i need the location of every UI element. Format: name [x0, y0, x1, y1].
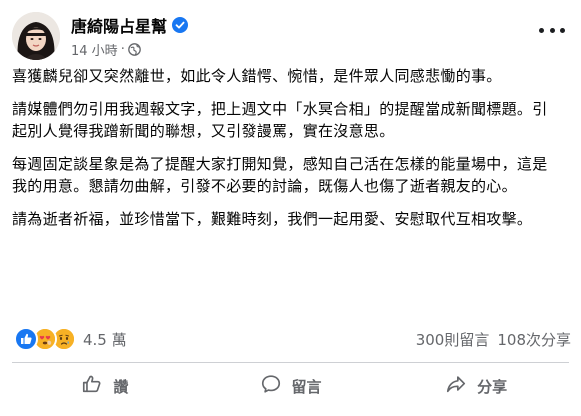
share-arrow-icon [445, 373, 467, 399]
reaction-count: 4.5 萬 [83, 330, 127, 349]
dot [560, 27, 565, 33]
like-reaction-icon [14, 327, 38, 351]
post-body: 喜獲麟兒卻又突然離世，如此令人錯愕、惋惜，是件眾人同感悲慟的事。 請媒體們勿引用… [12, 65, 562, 241]
share-label: 分享 [477, 377, 508, 396]
avatar[interactable] [12, 12, 60, 60]
divider [12, 362, 569, 363]
post-paragraph: 每週固定談星象是為了提醒大家打開知覺，感知自己活在怎樣的能量場中，這是我的用意。… [12, 155, 548, 195]
post-meta: 14 小時 · [71, 40, 141, 59]
reaction-icons [14, 327, 76, 351]
post-paragraph: 請媒體們勿引用我週報文字，把上週文中「水冥合相」的提醒當成新聞標題。引起別人覺得… [12, 100, 548, 140]
dot [539, 27, 544, 33]
author-name[interactable]: 唐綺陽占星幫 [71, 13, 167, 37]
post-paragraph: 喜獲麟兒卻又突然離世，如此令人錯愕、惋惜，是件眾人同感悲慟的事。 [12, 67, 502, 85]
author-row: 唐綺陽占星幫 [71, 13, 189, 37]
avatar-portrait-icon [12, 12, 60, 60]
meta-separator: · [120, 42, 125, 57]
share-count-link[interactable]: 108次分享 [497, 329, 571, 350]
thumbs-up-icon [81, 373, 103, 399]
verified-badge-icon [172, 17, 189, 33]
dot [549, 27, 555, 33]
globe-icon[interactable] [127, 43, 141, 56]
comment-label: 留言 [291, 377, 322, 396]
post-timestamp[interactable]: 14 小時 [71, 40, 118, 59]
facebook-post: 唐綺陽占星幫 14 小時 · 喜獲麟兒卻又突然離世，如此令人錯愕、惋惜，是件眾人… [0, 0, 581, 416]
comment-count-link[interactable]: 300則留言 [416, 329, 490, 350]
comment-bubble-icon [260, 373, 282, 399]
share-button[interactable]: 分享 [383, 366, 569, 406]
post-stats: 300則留言 108次分享 [416, 328, 571, 350]
reactions-summary[interactable]: 4.5 萬 [14, 327, 127, 351]
comment-button[interactable]: 留言 [198, 366, 384, 406]
post-paragraph: 請為逝者祈福，並珍惜當下，艱難時刻，我們一起用愛、安慰取代互相攻擊。 [12, 210, 533, 228]
like-button[interactable]: 讚 [12, 366, 198, 406]
like-label: 讚 [113, 377, 129, 396]
action-bar: 讚 留言 分享 [12, 366, 569, 406]
more-options-icon[interactable] [539, 22, 565, 38]
